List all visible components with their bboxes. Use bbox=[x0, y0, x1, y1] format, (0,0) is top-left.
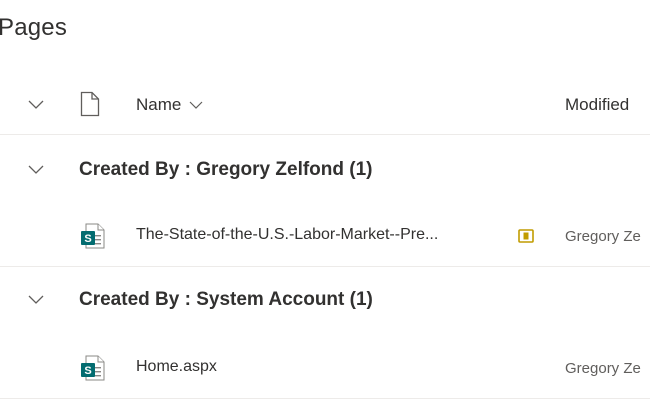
group-collapse-chevron-down-icon[interactable] bbox=[28, 162, 44, 178]
table-row[interactable]: S The-State-of-the-U.S.-Labor-Market--Pr… bbox=[0, 208, 650, 267]
page-title: Pages bbox=[0, 14, 68, 41]
file-name-link[interactable]: The-State-of-the-U.S.-Labor-Market--Pre.… bbox=[136, 226, 438, 244]
svg-text:S: S bbox=[84, 365, 91, 377]
collapse-all-groups-chevron-down-icon[interactable] bbox=[28, 97, 44, 113]
group-collapse-chevron-down-icon[interactable] bbox=[28, 292, 44, 308]
sharepoint-page-icon: S bbox=[80, 223, 106, 249]
group-label: Created By : System Account (1) bbox=[79, 289, 373, 310]
checked-out-icon bbox=[518, 228, 534, 244]
modified-by-cell: Gregory Ze bbox=[565, 360, 641, 377]
sort-chevron-down-icon bbox=[189, 95, 203, 115]
sharepoint-page-icon: S bbox=[80, 355, 106, 381]
group-header[interactable]: Created By : Gregory Zelfond (1) bbox=[0, 142, 650, 204]
svg-text:S: S bbox=[84, 233, 91, 245]
modified-column-header[interactable]: Modified bbox=[565, 95, 629, 115]
modified-by-cell: Gregory Ze bbox=[565, 228, 641, 245]
document-icon[interactable] bbox=[80, 91, 100, 117]
column-header-row: Name Modified bbox=[0, 76, 650, 135]
group-header[interactable]: Created By : System Account (1) bbox=[0, 272, 650, 334]
group-label: Created By : Gregory Zelfond (1) bbox=[79, 159, 373, 180]
name-column-label: Name bbox=[136, 95, 182, 114]
document-library-view: Pages Name Modified Created By : Gregory… bbox=[0, 0, 650, 400]
name-column-header[interactable]: Name bbox=[136, 95, 203, 115]
table-row[interactable]: S Home.aspx Gregory Ze bbox=[0, 340, 650, 399]
file-name-link[interactable]: Home.aspx bbox=[136, 358, 217, 376]
